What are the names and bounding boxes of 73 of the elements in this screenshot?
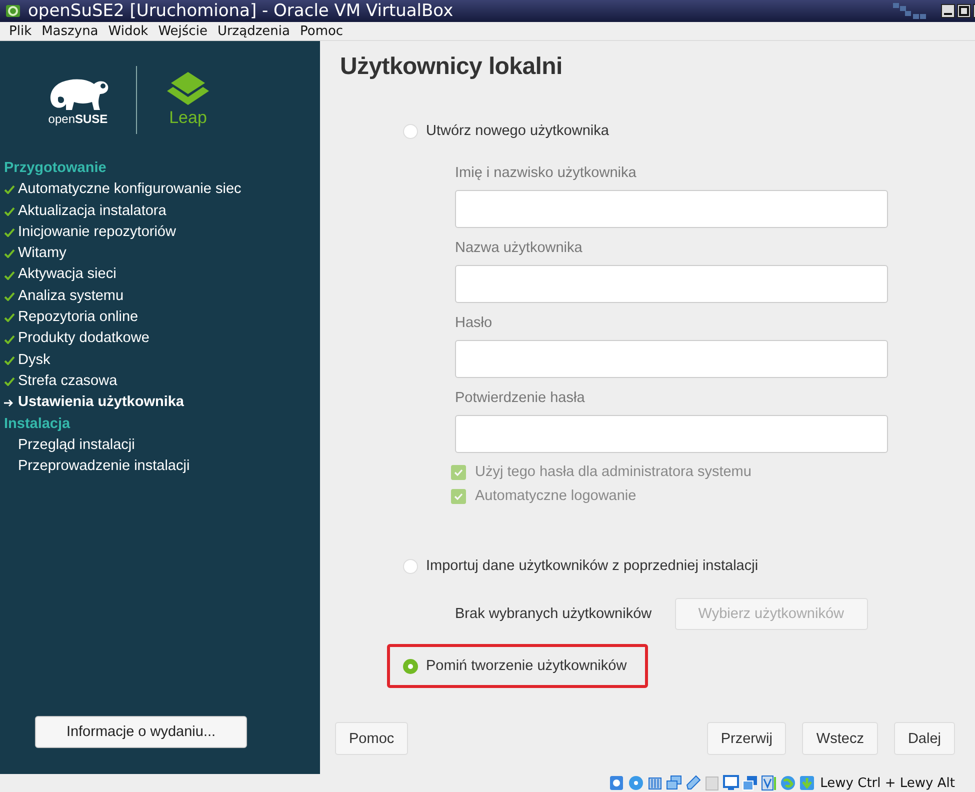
check-icon bbox=[454, 492, 463, 500]
checkbox-label: Użyj tego hasła dla administratora systemu bbox=[475, 464, 752, 480]
check-icon bbox=[4, 313, 15, 322]
nav-button[interactable]: Dalej bbox=[894, 722, 955, 755]
check-icon bbox=[4, 228, 15, 238]
display-icon bbox=[723, 775, 740, 791]
step-label: Inicjowanie repozytoriów bbox=[18, 222, 176, 242]
status-text: Brak wybranych użytkowników bbox=[455, 606, 652, 622]
app-icon bbox=[6, 4, 20, 18]
product-name: Leap bbox=[169, 108, 207, 128]
step-label: Aktywacja sieci bbox=[18, 265, 116, 284]
step-label: Produkty dodatkowe bbox=[18, 329, 150, 348]
release-notes-button[interactable]: Informacje o wydaniu... bbox=[35, 716, 247, 748]
chip-icon bbox=[761, 775, 778, 791]
network-icon bbox=[666, 775, 682, 791]
download-icon bbox=[799, 775, 816, 791]
step-label: Witamy bbox=[18, 244, 66, 264]
checkbox-label: Automatyczne logowanie bbox=[475, 488, 636, 504]
check-icon bbox=[4, 356, 15, 365]
check-icon bbox=[4, 270, 15, 280]
step-label: Ustawienia użytkownika bbox=[18, 393, 184, 412]
arrow-icon bbox=[4, 398, 14, 407]
layers-icon bbox=[165, 72, 211, 106]
step-label: Aktualizacja instalatora bbox=[18, 202, 166, 221]
step-label: Przeprowadzenie instalacji bbox=[18, 457, 190, 476]
check-icon bbox=[4, 206, 15, 216]
input-field[interactable] bbox=[455, 340, 888, 378]
check-icon bbox=[454, 468, 463, 476]
windows-icon bbox=[742, 775, 758, 791]
field-label: Imię i nazwisko użytkownika bbox=[455, 165, 638, 183]
section-title: Instalacja bbox=[4, 414, 72, 434]
tiles-icon bbox=[891, 2, 927, 20]
input-field[interactable] bbox=[455, 415, 888, 453]
input-field[interactable] bbox=[455, 190, 888, 228]
menu-item[interactable]: Widok bbox=[103, 24, 154, 38]
brand-name: openSUSE bbox=[48, 112, 108, 126]
disc-icon bbox=[628, 775, 644, 791]
globe-icon bbox=[780, 775, 796, 791]
speaker-icon bbox=[647, 775, 664, 791]
minimize-icon[interactable] bbox=[941, 4, 955, 18]
option-label: Pomiń tworzenie użytkowników bbox=[426, 658, 627, 674]
page-title: Użytkownicy lokalni bbox=[340, 53, 564, 81]
input-field[interactable] bbox=[455, 265, 888, 303]
step-label: Automatyczne konfigurowanie siec bbox=[18, 180, 242, 200]
step-label: Przegląd instalacji bbox=[18, 436, 135, 455]
menu-item[interactable]: Plik bbox=[4, 24, 37, 38]
menu-item[interactable]: Wejście bbox=[153, 24, 212, 38]
radio-button[interactable] bbox=[403, 658, 418, 674]
menu-item[interactable]: Maszyna bbox=[36, 24, 104, 38]
field-label: Nazwa użytkownika bbox=[455, 240, 584, 258]
check-icon bbox=[4, 292, 15, 301]
menu-item[interactable]: Pomoc bbox=[294, 24, 348, 38]
nav-button[interactable]: Wstecz bbox=[802, 722, 878, 755]
check-icon bbox=[4, 185, 15, 194]
check-icon bbox=[4, 377, 15, 386]
help-button[interactable]: Pomoc bbox=[335, 722, 408, 755]
window-title: openSuSE2 [Uruchomiona] - Oracle VM VirtualBox bbox=[28, 1, 454, 21]
folder-icon bbox=[704, 775, 720, 791]
check-icon bbox=[4, 249, 15, 258]
step-label: Strefa czasowa bbox=[18, 372, 118, 391]
maximize-icon[interactable] bbox=[957, 4, 971, 18]
field-label: Potwierdzenie hasła bbox=[455, 390, 586, 408]
step-label: Repozytoria online bbox=[18, 308, 138, 328]
step-label: Dysk bbox=[18, 350, 50, 370]
check-icon bbox=[4, 334, 15, 344]
step-label: Analiza systemu bbox=[18, 286, 124, 306]
option-label: Utwórz nowego użytkownika bbox=[426, 123, 609, 139]
hotkey-label: Lewy Ctrl + Lewy Alt bbox=[820, 776, 955, 790]
option-label: Importuj dane użytkowników z poprzedniej instalacji bbox=[426, 558, 758, 574]
nav-button[interactable]: Przerwij bbox=[706, 722, 786, 755]
section-title: Przygotowanie bbox=[4, 159, 108, 178]
field-label: Hasło bbox=[455, 315, 494, 333]
menu-item[interactable]: Urządzenia bbox=[212, 24, 295, 38]
